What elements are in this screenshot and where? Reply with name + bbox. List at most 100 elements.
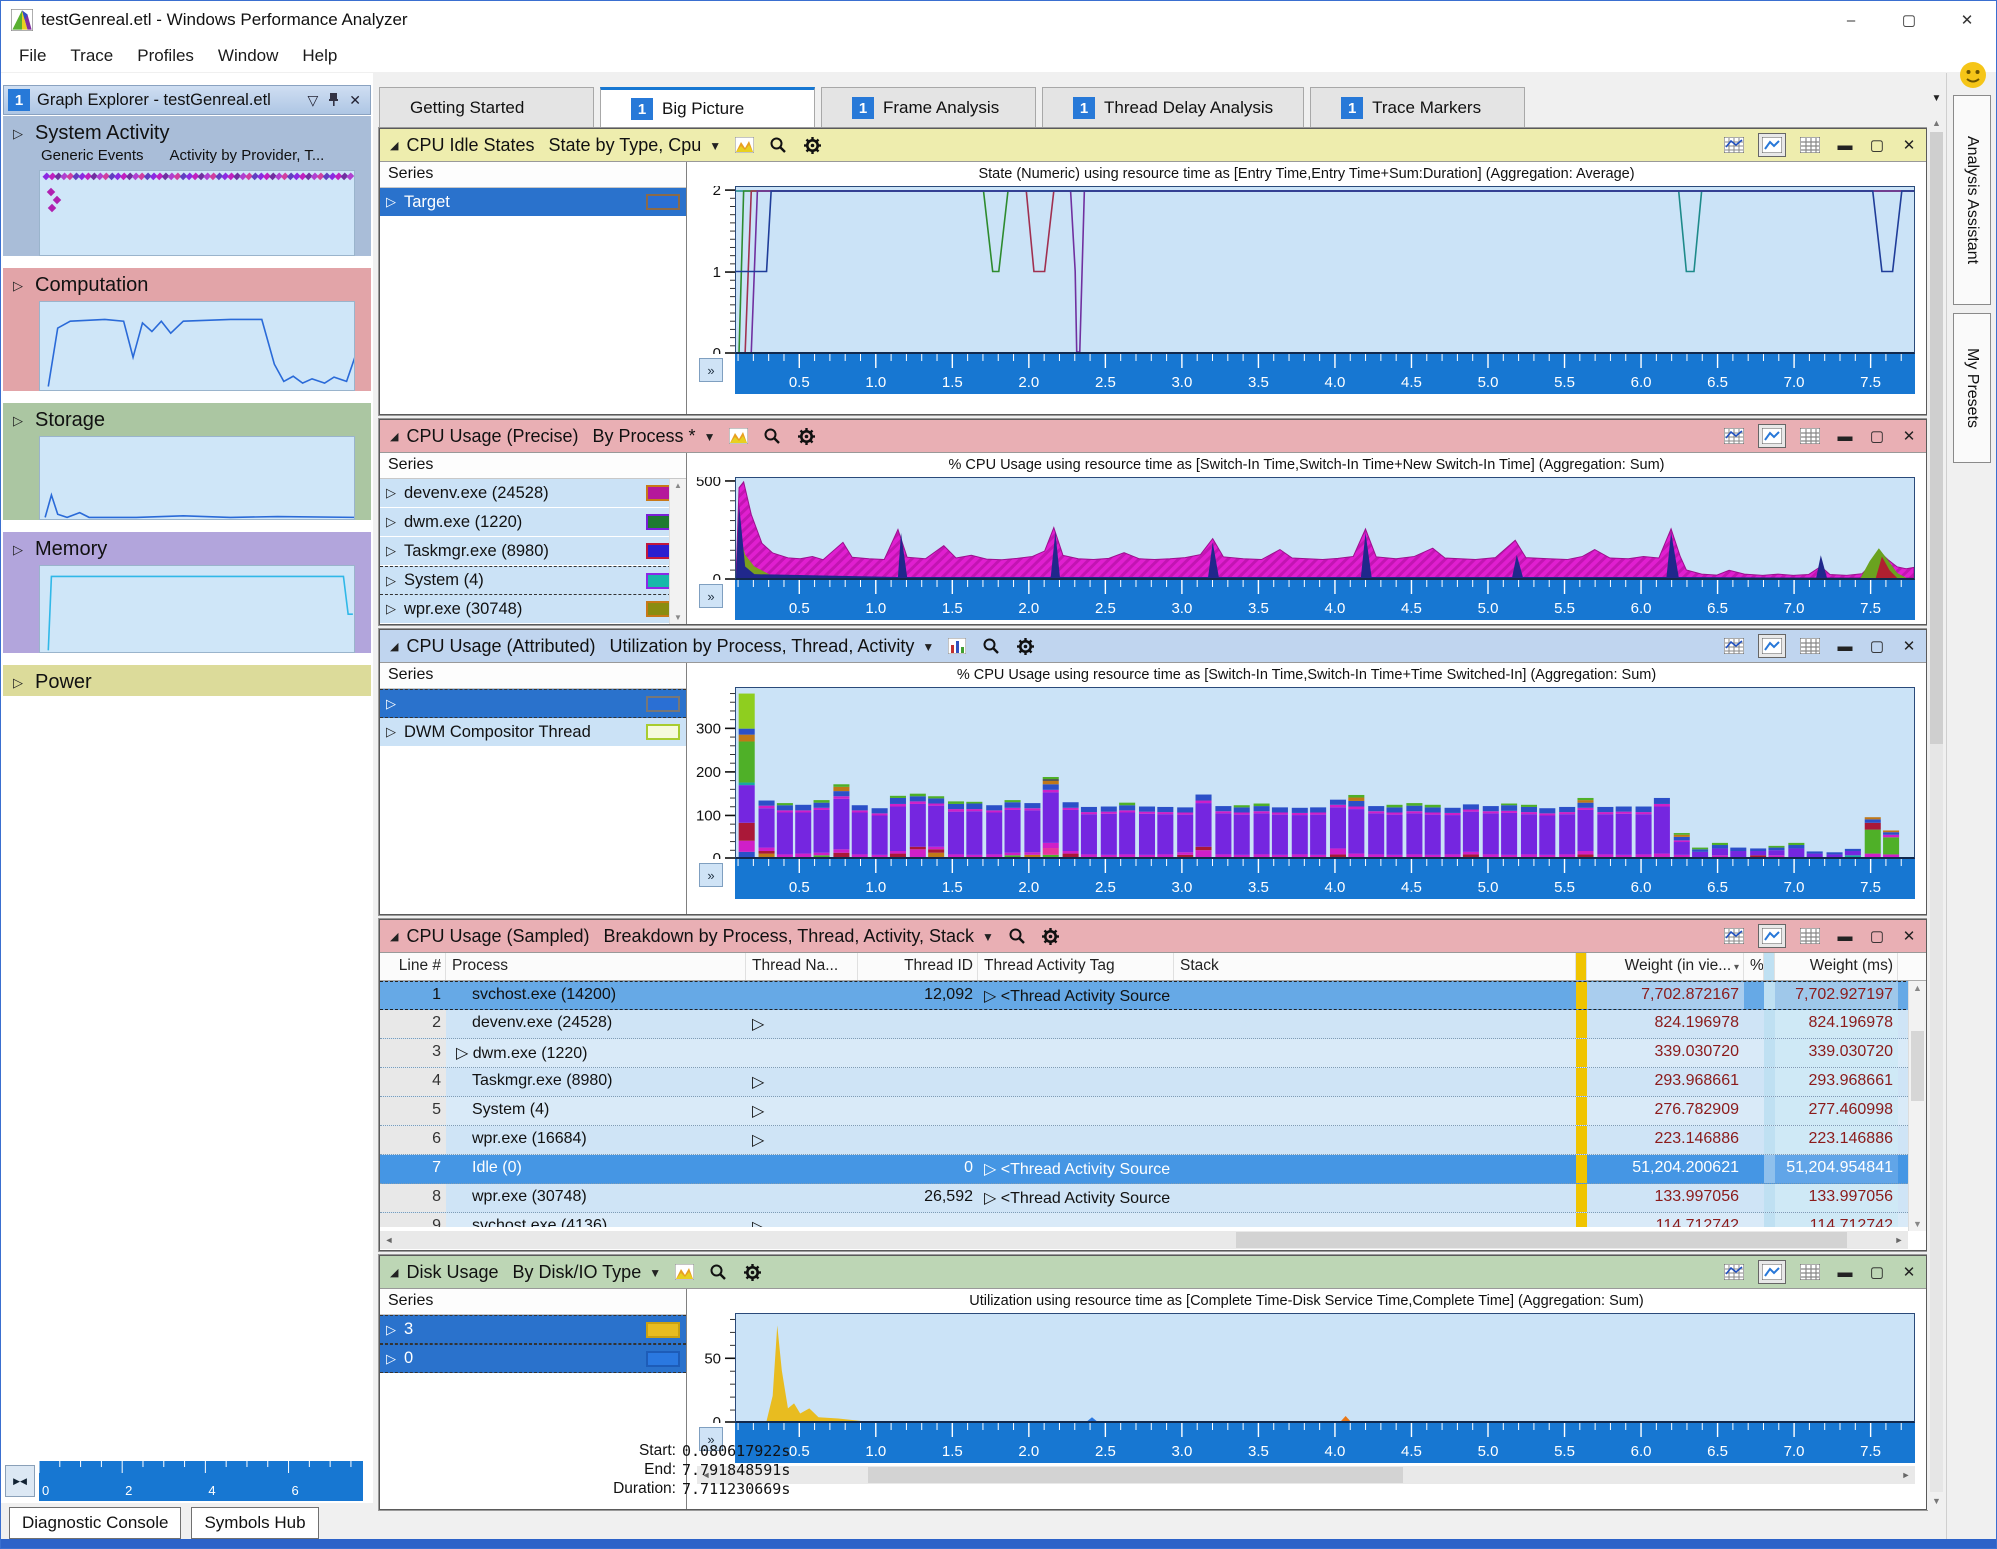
table-row[interactable]: 4 Taskmgr.exe (8980) ▷ 293.968661 293.968661 xyxy=(380,1068,1926,1097)
scrollbar-thumb[interactable] xyxy=(867,1467,1404,1483)
explorer-section-power[interactable]: ▷ Power xyxy=(3,665,371,696)
toggle-chart-only-icon[interactable] xyxy=(1758,634,1786,658)
panel-minimize-icon[interactable]: ▬ xyxy=(1834,928,1856,945)
table-row[interactable]: 1 svchost.exe (14200) 12,092 ▷ <Thread Acti… xyxy=(380,981,1926,1010)
toggle-chart-table-icon[interactable] xyxy=(1720,634,1748,658)
series-row[interactable]: ▷ wpr.exe (30748) xyxy=(380,595,686,624)
table-vertical-scrollbar[interactable]: ▲ ▼ xyxy=(1908,981,1926,1231)
panel-minimize-icon[interactable]: ▬ xyxy=(1834,1264,1856,1281)
panel-header-sampled[interactable]: ◢ CPU Usage (Sampled) Breakdown by Process… xyxy=(380,920,1926,953)
search-icon[interactable] xyxy=(705,1260,731,1284)
series-row[interactable]: ▷ Taskmgr.exe (8980) xyxy=(380,537,686,566)
preset-selector[interactable]: Breakdown by Process, Thread, Activity, … xyxy=(604,926,975,947)
scroll-left-icon[interactable]: ◄ xyxy=(380,1231,398,1249)
panel-maximize-icon[interactable]: ▢ xyxy=(1866,136,1888,154)
chart-image-button[interactable] xyxy=(731,133,757,157)
gear-icon[interactable] xyxy=(739,1260,765,1284)
panel-close-icon[interactable]: ✕ xyxy=(1898,136,1920,154)
gear-icon[interactable] xyxy=(1038,924,1064,948)
series-row[interactable]: ▷ Target xyxy=(380,188,686,217)
close-button[interactable]: ✕ xyxy=(1938,1,1996,39)
scroll-down-icon[interactable]: ▼ xyxy=(1913,1219,1922,1229)
scrollbar-thumb[interactable] xyxy=(1911,1031,1924,1101)
expander-icon[interactable]: ▷ xyxy=(386,724,396,740)
table-row[interactable]: 3 ▷ dwm.exe (1220) 339.030720 339.030720 xyxy=(380,1039,1926,1068)
column-header-ybar[interactable] xyxy=(1576,953,1587,980)
menu-item-window[interactable]: Window xyxy=(206,42,290,70)
diagnostic-console-button[interactable]: Diagnostic Console xyxy=(9,1507,182,1539)
expander-icon[interactable]: ▷ xyxy=(13,675,23,691)
chart-image-button[interactable] xyxy=(671,1260,697,1284)
explorer-section-memory[interactable]: ▷ Memory xyxy=(3,532,371,653)
scrollbar-thumb[interactable] xyxy=(1235,1232,1847,1248)
table-row[interactable]: 2 devenv.exe (24528) ▷ 824.196978 824.196978 xyxy=(380,1010,1926,1039)
column-header-tag[interactable]: Thread Activity Tag xyxy=(978,953,1174,980)
expander-icon[interactable]: ▷ xyxy=(386,194,396,210)
column-header-process[interactable]: Process xyxy=(446,953,746,980)
symbols-hub-button[interactable]: Symbols Hub xyxy=(191,1507,319,1539)
section-thumbnail-computation[interactable] xyxy=(39,301,355,391)
expander-icon[interactable]: ▷ xyxy=(13,413,23,429)
expander-icon[interactable]: ▷ xyxy=(386,573,396,589)
scroll-down-icon[interactable]: ▼ xyxy=(1932,1496,1941,1506)
toggle-chart-only-icon[interactable] xyxy=(1758,924,1786,948)
column-header-tna[interactable]: Thread Na... xyxy=(746,953,858,980)
expander-icon[interactable]: ▷ xyxy=(386,1351,396,1367)
panel-minimize-icon[interactable]: ▬ xyxy=(1834,638,1856,655)
collapse-triangle-icon[interactable]: ◢ xyxy=(390,640,398,653)
expander-icon[interactable]: ▷ xyxy=(13,542,23,558)
column-header-bbar[interactable] xyxy=(1764,953,1775,980)
time-axis[interactable]: 0.5 1.0 1.5 2.0 2.5 3.0 3.5 4.0 4.5 5.0 5.5 6.0 6.5 7… xyxy=(735,580,1915,620)
tab-trace-markers[interactable]: 1 Trace Markers xyxy=(1310,87,1526,128)
column-header-w1[interactable]: Weight (in vie... ▾ xyxy=(1587,953,1744,980)
timeline-zoom-button[interactable]: ▶◀ xyxy=(5,1465,35,1497)
panel-close-icon[interactable]: ✕ xyxy=(1898,927,1920,945)
menu-item-profiles[interactable]: Profiles xyxy=(125,42,206,70)
time-axis[interactable]: 0.5 1.0 1.5 2.0 2.5 3.0 3.5 4.0 4.5 5.0 5.5 6.0 6.5 7… xyxy=(735,354,1915,394)
column-header-pct[interactable]: % xyxy=(1744,953,1764,980)
tab-analysis-assistant[interactable]: Analysis Assistant xyxy=(1953,95,1991,305)
section-thumbnail-storage[interactable] xyxy=(39,436,355,520)
panel-maximize-icon[interactable]: ▢ xyxy=(1866,427,1888,445)
collapse-triangle-icon[interactable]: ◢ xyxy=(390,930,398,943)
time-axis[interactable]: 0.5 1.0 1.5 2.0 2.5 3.0 3.5 4.0 4.5 5.0 5.5 6.0 6.5 7… xyxy=(735,859,1915,899)
expander-icon[interactable]: ▷ xyxy=(386,601,396,617)
chart-plot[interactable] xyxy=(735,477,1915,580)
table-row[interactable]: 9 svchost.exe (4136) ▷ 114.712742 114.712742 xyxy=(380,1213,1926,1227)
panel-header-idle[interactable]: ◢ CPU Idle States State by Type, Cpu ▼ ▬ ▢ ✕ xyxy=(380,129,1926,162)
column-header-stack[interactable]: Stack xyxy=(1174,953,1576,980)
panel-header-disk[interactable]: ◢ Disk Usage By Disk/IO Type ▼ ▬ ▢ ✕ xyxy=(380,1256,1926,1289)
gear-icon[interactable] xyxy=(1012,634,1038,658)
bar-chart-button[interactable] xyxy=(944,634,970,658)
explorer-section-computation[interactable]: ▷ Computation xyxy=(3,268,371,391)
preset-selector[interactable]: State by Type, Cpu xyxy=(549,135,702,156)
section-sub-2[interactable]: Activity by Provider, T... xyxy=(170,147,325,164)
collapse-triangle-icon[interactable]: ◢ xyxy=(390,1266,398,1279)
explorer-section-system-activity[interactable]: ▷ System Activity Generic Events Activity b… xyxy=(3,116,371,256)
column-header-tid[interactable]: Thread ID xyxy=(858,953,978,980)
panel-maximize-icon[interactable]: ▢ xyxy=(1866,927,1888,945)
expander-icon[interactable]: ▷ xyxy=(386,485,396,501)
toggle-chart-table-icon[interactable] xyxy=(1720,924,1748,948)
chart-image-button[interactable] xyxy=(725,424,751,448)
dropdown-icon[interactable]: ▽ xyxy=(307,92,318,109)
section-thumbnail-system-activity[interactable] xyxy=(39,170,355,256)
disk-horizontal-scrollbar[interactable]: ◄ ► xyxy=(697,1466,1915,1484)
panel-close-icon[interactable]: ✕ xyxy=(1898,1263,1920,1281)
series-row[interactable]: ▷ xyxy=(380,689,686,718)
scroll-up-icon[interactable]: ▲ xyxy=(1913,983,1922,993)
minimize-button[interactable]: – xyxy=(1822,1,1880,39)
scroll-up-icon[interactable]: ▲ xyxy=(1932,118,1941,128)
panel-close-icon[interactable]: ✕ xyxy=(1898,637,1920,655)
panel-header-precise[interactable]: ◢ CPU Usage (Precise) By Process * ▼ ▬ ▢ ✕ xyxy=(380,420,1926,453)
toggle-chart-only-icon[interactable] xyxy=(1758,424,1786,448)
tab-frame-analysis[interactable]: 1 Frame Analysis xyxy=(821,87,1036,128)
feedback-smiley-icon[interactable] xyxy=(1957,59,1989,91)
panel-minimize-icon[interactable]: ▬ xyxy=(1834,428,1856,445)
tab-getting-started[interactable]: Getting Started xyxy=(379,87,594,128)
toggle-chart-only-icon[interactable] xyxy=(1758,133,1786,157)
expander-icon[interactable]: ▷ xyxy=(386,1322,396,1338)
timeline-ruler[interactable]: 0 2 4 6 xyxy=(38,1461,363,1501)
column-header-line[interactable]: Line # xyxy=(380,953,446,980)
section-thumbnail-memory[interactable] xyxy=(39,565,355,653)
